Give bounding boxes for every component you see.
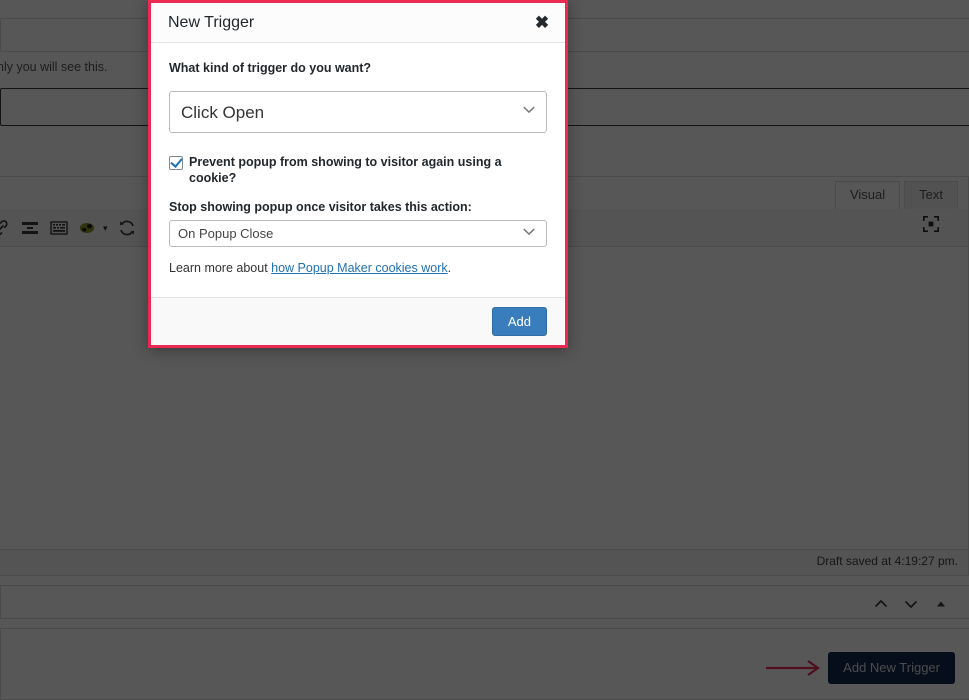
cookie-checkbox-row: Prevent popup from showing to visitor ag… [169,155,547,186]
modal-header: New Trigger ✖ [151,3,565,43]
stop-showing-select-wrap: On Popup CloseOn Popup OpenManual [169,220,547,247]
trigger-type-select-wrap: Click OpenAuto OpenForm Submission [169,91,547,133]
add-button[interactable]: Add [492,307,547,336]
new-trigger-modal: New Trigger ✖ What kind of trigger do yo… [148,0,568,348]
prevent-popup-cookie-label[interactable]: Prevent popup from showing to visitor ag… [189,155,547,186]
prevent-popup-cookie-checkbox[interactable] [169,156,183,170]
modal-title: New Trigger [168,14,254,32]
learn-more-prefix: Learn more about [169,261,271,275]
cookies-docs-link[interactable]: how Popup Maker cookies work [271,261,447,275]
modal-footer: Add [151,297,565,345]
learn-more-text: Learn more about how Popup Maker cookies… [169,261,547,275]
close-icon[interactable]: ✖ [531,12,553,34]
trigger-type-select[interactable]: Click OpenAuto OpenForm Submission [169,91,547,133]
trigger-type-label: What kind of trigger do you want? [169,61,547,75]
stop-showing-select[interactable]: On Popup CloseOn Popup OpenManual [169,220,547,247]
learn-more-suffix: . [448,261,451,275]
modal-body: What kind of trigger do you want? Click … [151,43,565,303]
stop-showing-label: Stop showing popup once visitor takes th… [169,200,547,214]
